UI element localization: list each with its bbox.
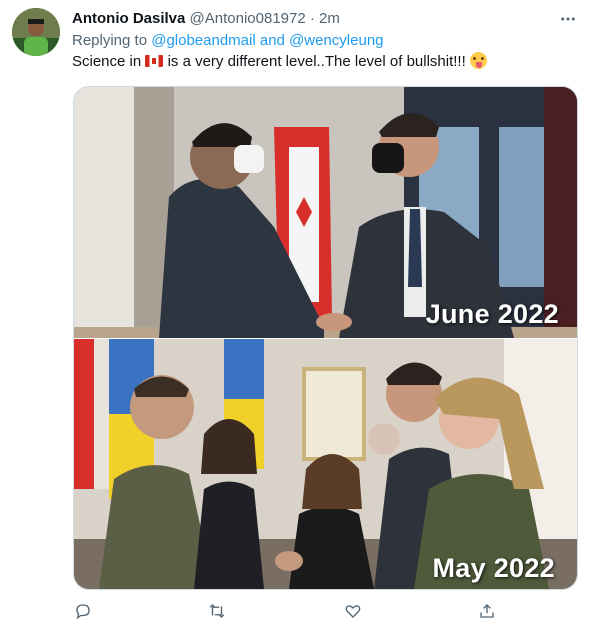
tweet-header: Antonio Dasilva @Antonio081972 · 2m — [72, 9, 340, 29]
reply-button[interactable] — [72, 600, 94, 622]
avatar-image — [12, 8, 60, 56]
tweet-media[interactable]: June 2022 May 2022 — [73, 86, 578, 590]
more-options-button[interactable] — [557, 8, 579, 30]
like-button[interactable] — [342, 600, 364, 622]
share-icon — [480, 604, 494, 618]
avatar[interactable] — [12, 8, 60, 56]
timestamp[interactable]: 2m — [319, 10, 340, 27]
reply-handle-wencyleung[interactable]: @wencyleung — [289, 32, 383, 49]
replying-to-line: Replying to @globeandmail and @wencyleun… — [72, 31, 384, 51]
separator-dot: · — [309, 10, 315, 27]
more-dots-icon — [561, 17, 575, 21]
speech-bubble-icon — [76, 604, 90, 620]
canada-flag-icon — [145, 55, 164, 67]
caption-june-2022: June 2022 — [425, 299, 559, 329]
author-handle[interactable]: @Antonio081972 — [190, 10, 306, 27]
share-button[interactable] — [476, 600, 498, 622]
retweet-button[interactable] — [206, 600, 228, 622]
reply-conjunction[interactable]: and — [260, 32, 285, 49]
retweet-icon — [209, 604, 225, 618]
author-name[interactable]: Antonio Dasilva — [72, 10, 185, 27]
photo-may-2022 — [74, 339, 577, 589]
caption-may-2022: May 2022 — [432, 553, 555, 583]
heart-icon — [345, 605, 361, 618]
tweet-text-part-2: is a very different level..The level of … — [167, 53, 466, 70]
tweet-text-part-1: Science in — [72, 53, 142, 70]
zany-face-icon — [469, 52, 487, 69]
tweet-actions-bar — [72, 600, 502, 624]
reply-handle-globeandmail[interactable]: @globeandmail — [151, 32, 255, 49]
tweet-text: Science in is a very different level..Th… — [72, 52, 487, 72]
reply-prefix: Replying to — [72, 32, 148, 49]
